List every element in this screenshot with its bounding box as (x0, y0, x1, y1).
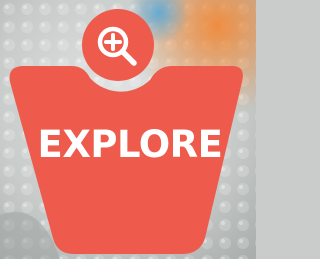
explore-label: EXPLORE (37, 123, 223, 166)
explore-widget: EXPLORE (0, 0, 256, 259)
zoom-in-magnifier-icon[interactable] (82, 13, 152, 83)
